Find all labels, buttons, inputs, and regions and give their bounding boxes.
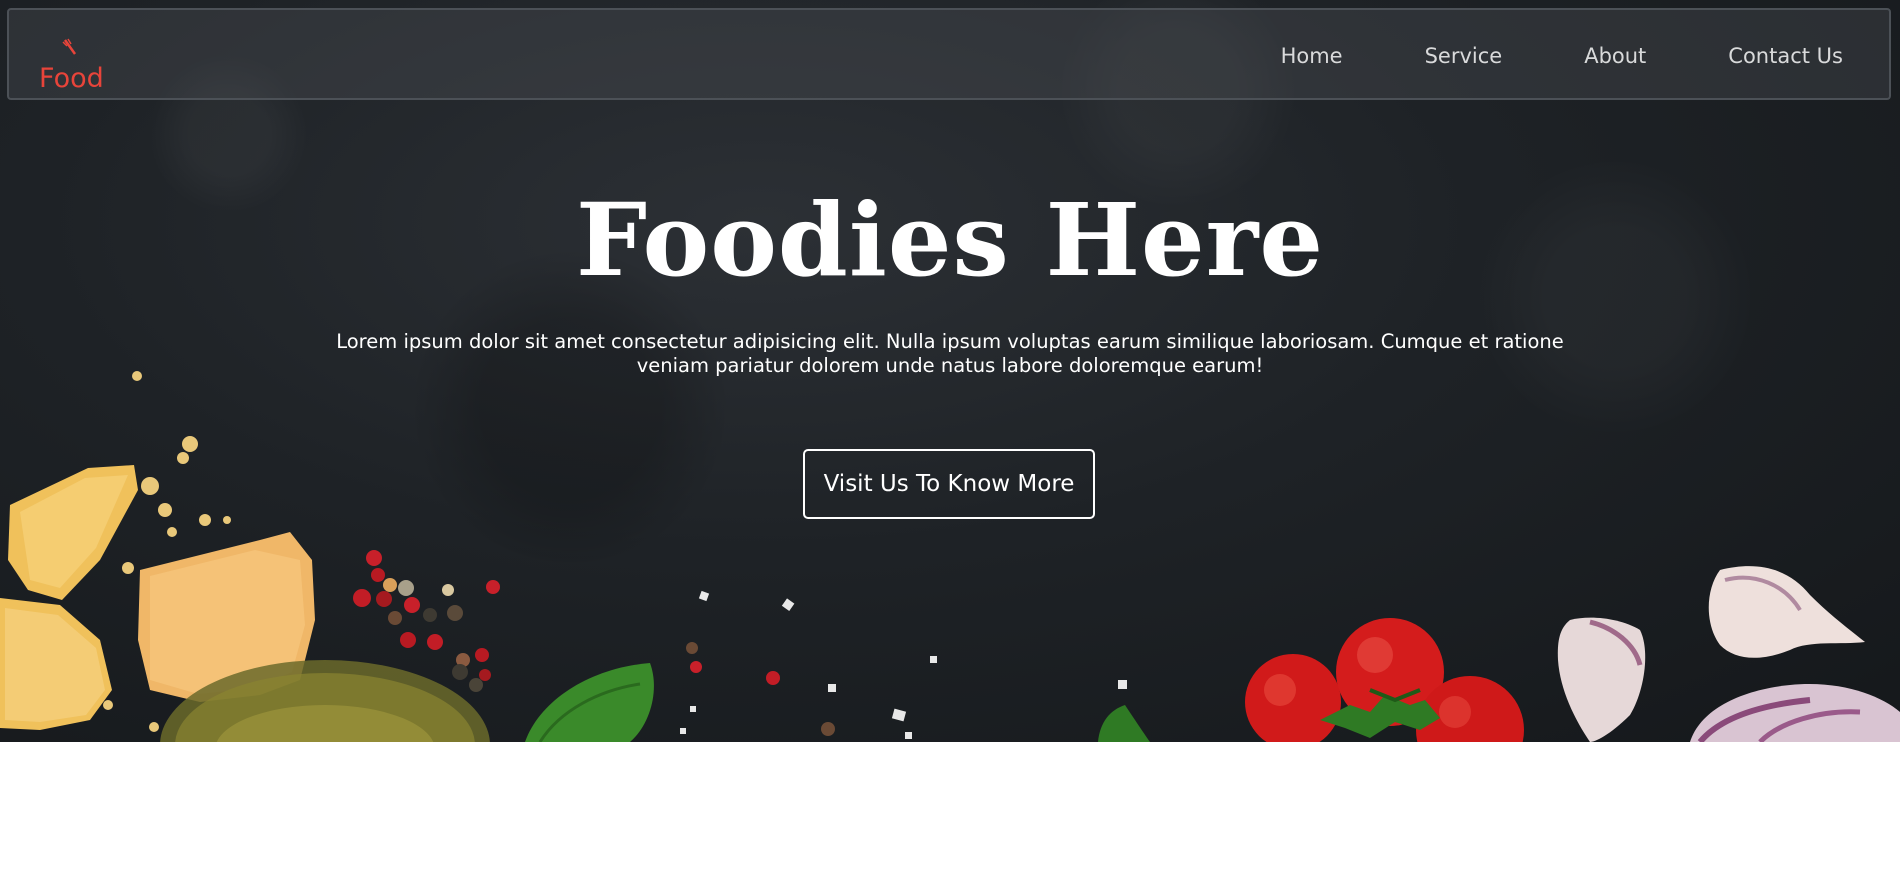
navbar: Food Home Service About Contact Us: [7, 8, 1891, 100]
hero-section: Food Home Service About Contact Us Foodi…: [0, 0, 1900, 742]
logo-text: Food: [39, 63, 104, 94]
nav-home-link[interactable]: Home: [1281, 44, 1343, 68]
logo[interactable]: Food: [39, 38, 104, 94]
nav-service-link[interactable]: Service: [1425, 44, 1503, 68]
garlic-cloves: [1557, 566, 1900, 742]
hero-title: Foodies Here: [576, 181, 1324, 299]
basil-leaf: [1098, 705, 1150, 742]
cherry-tomatoes: [1245, 618, 1524, 742]
basil-leaf: [525, 663, 654, 742]
fork-icon: [62, 38, 77, 55]
salt-grains: [680, 590, 1127, 739]
hero-description: Lorem ipsum dolor sit amet consectetur a…: [336, 330, 1564, 377]
nav-about-link[interactable]: About: [1584, 44, 1646, 68]
nav-links: Home Service About Contact Us: [1281, 10, 1889, 102]
visit-us-button[interactable]: Visit Us To Know More: [803, 449, 1095, 519]
nav-contact-link[interactable]: Contact Us: [1728, 44, 1843, 68]
